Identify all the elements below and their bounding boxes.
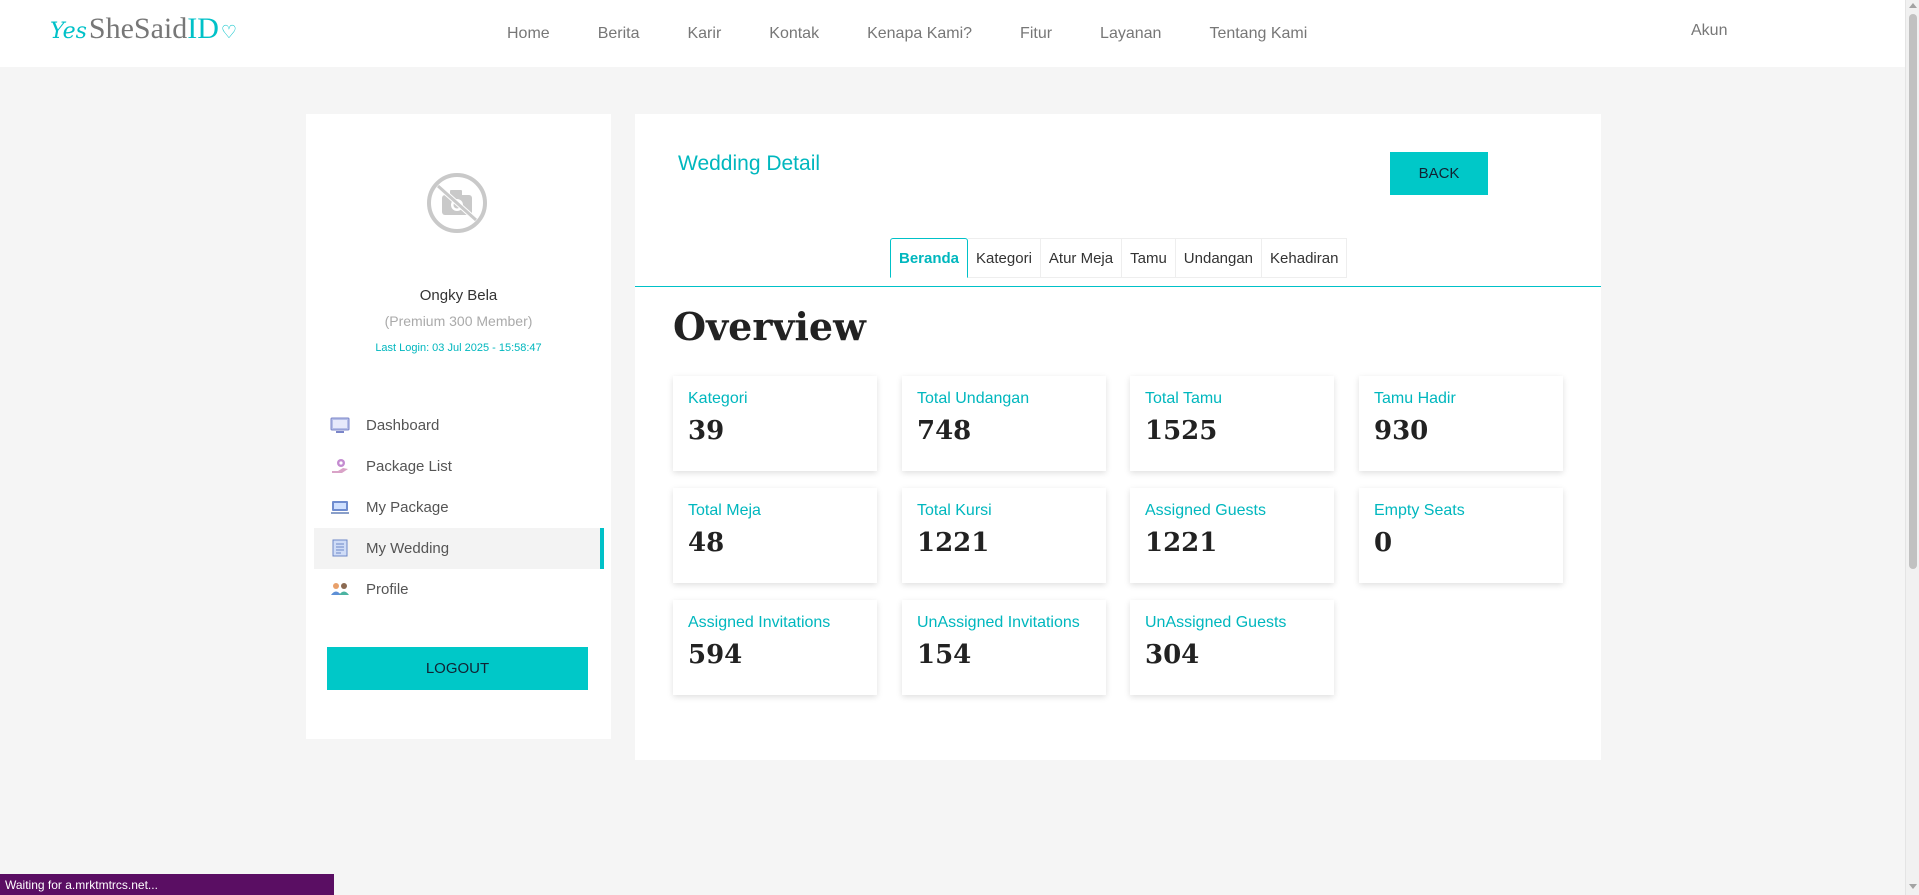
heart-icon: ♡ [220,22,238,42]
sidebar-item-dashboard[interactable]: Dashboard [314,405,604,446]
tab-kategori[interactable]: Kategori [968,238,1041,278]
stat-value: 304 [1145,640,1200,670]
site-logo[interactable]: Yes SheSaid ID ♡ [50,12,237,52]
stat-label: Assigned Guests [1145,502,1266,519]
wedding-detail-panel: Wedding Detail BACK Beranda Kategori Atu… [635,114,1601,760]
stat-label: Total Kursi [917,502,992,519]
nav-kenapa-kami[interactable]: Kenapa Kami? [843,25,996,43]
back-button[interactable]: BACK [1390,152,1488,195]
profile-icon [330,580,350,598]
scroll-down-icon[interactable] [1909,884,1917,889]
logo-id-text: ID [187,12,219,45]
stat-label: Kategori [688,390,748,407]
my-wedding-icon [330,539,350,557]
tab-kehadiran[interactable]: Kehadiran [1262,238,1348,278]
stat-card-assigned-invitations: Assigned Invitations 594 [673,600,877,695]
stat-label: Assigned Invitations [688,614,831,631]
membership-tier: (Premium 300 Member) [384,313,533,329]
stat-value: 154 [917,640,972,670]
stat-value: 930 [1374,416,1429,446]
sidebar-item-my-wedding[interactable]: My Wedding [314,528,604,569]
nav-tentang-kami[interactable]: Tentang Kami [1185,25,1331,43]
stat-card-assigned-guests: Assigned Guests 1221 [1130,488,1334,583]
wedding-tabs: Beranda Kategori Atur Meja Tamu Undangan… [890,238,1348,278]
nav-layanan[interactable]: Layanan [1076,25,1185,43]
nav-kontak[interactable]: Kontak [745,25,843,43]
sidebar-item-label: Package List [366,458,452,475]
stat-card-unassigned-guests: UnAssigned Guests 304 [1130,600,1334,695]
sidebar-item-my-package[interactable]: My Package [314,487,604,528]
sidebar-item-label: Profile [366,581,409,598]
sidebar-item-profile[interactable]: Profile [314,569,604,610]
stat-label: Total Tamu [1145,390,1223,407]
last-login: Last Login: 03 Jul 2025 - 15:58:47 [375,342,542,354]
stat-value: 1221 [1145,528,1218,558]
account-link[interactable]: Akun [1691,22,1727,40]
stat-label: UnAssigned Guests [1145,614,1287,631]
main-nav: Home Berita Karir Kontak Kenapa Kami? Fi… [483,0,1331,67]
stat-card-total-undangan: Total Undangan 748 [902,376,1106,471]
stat-label: Tamu Hadir [1374,390,1456,407]
stat-card-tamu-hadir: Tamu Hadir 930 [1359,376,1563,471]
stat-value: 1221 [917,528,990,558]
nav-fitur[interactable]: Fitur [996,25,1076,43]
stat-label: Total Meja [688,502,761,519]
stat-label: Empty Seats [1374,502,1465,519]
profile-sidebar: Ongky Bela (Premium 300 Member) Last Log… [306,114,611,739]
page-scrollbar[interactable] [1905,0,1919,895]
no-photo-icon [426,172,488,234]
stat-value: 748 [917,416,972,446]
stat-label: Total Undangan [917,390,1030,407]
stat-card-total-kursi: Total Kursi 1221 [902,488,1106,583]
logout-button[interactable]: LOGOUT [327,647,588,690]
stat-card-kategori: Kategori 39 [673,376,877,471]
browser-status-bar: Waiting for a.mrktmtrcs.net... [0,874,334,895]
scroll-up-icon[interactable] [1909,3,1917,8]
nav-home[interactable]: Home [483,25,574,43]
tab-beranda[interactable]: Beranda [890,238,969,278]
nav-berita[interactable]: Berita [574,25,664,43]
profile-name: Ongky Bela [419,287,498,304]
stat-card-total-tamu: Total Tamu 1525 [1130,376,1334,471]
sidebar-item-label: Dashboard [366,417,440,434]
stat-card-total-meja: Total Meja 48 [673,488,877,583]
stat-value: 48 [688,528,725,558]
dashboard-icon [330,416,350,434]
page-title: Wedding Detail [678,152,821,175]
nav-karir[interactable]: Karir [663,25,745,43]
stat-value: 594 [688,640,743,670]
scrollbar-thumb[interactable] [1909,14,1917,569]
sidebar-menu: Dashboard Package List My Package My Wed… [314,405,604,610]
logo-shesaid-text: SheSaid [88,12,188,45]
tab-undangan[interactable]: Undangan [1175,238,1263,278]
sidebar-item-package-list[interactable]: Package List [314,446,604,487]
package-list-icon [330,457,350,475]
tab-tamu[interactable]: Tamu [1122,238,1176,278]
top-navbar: Yes SheSaid ID ♡ Home Berita Karir Kontak K… [0,0,1905,67]
logo-yes-text: Yes [50,19,87,44]
stat-card-empty-seats: Empty Seats 0 [1359,488,1563,583]
my-package-icon [330,498,350,516]
stat-value: 1525 [1145,416,1218,446]
tab-atur-meja[interactable]: Atur Meja [1040,238,1123,278]
stat-value: 0 [1374,528,1393,558]
stat-card-unassigned-invitations: UnAssigned Invitations 154 [902,600,1106,695]
sidebar-item-label: My Wedding [366,540,450,557]
sidebar-item-label: My Package [366,499,449,516]
stat-value: 39 [688,416,725,446]
stat-label: UnAssigned Invitations [917,614,1080,631]
overview-heading: Overview [673,304,866,349]
tab-divider [635,286,1601,287]
